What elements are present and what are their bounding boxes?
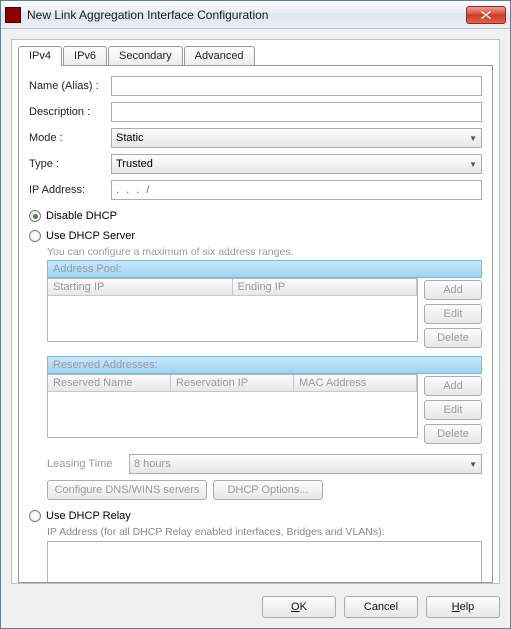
ip-label: IP Address: — [29, 184, 111, 196]
dns-wins-button[interactable]: Configure DNS/WINS servers — [47, 480, 207, 500]
res-delete-button[interactable]: Delete — [424, 424, 482, 444]
app-icon — [5, 7, 21, 23]
pool-col-start: Starting IP — [48, 279, 233, 295]
type-value: Trusted — [116, 158, 153, 170]
mode-combo[interactable]: Static ▼ — [111, 128, 482, 148]
tab-ipv4[interactable]: IPv4 — [18, 46, 62, 66]
dialog-body: IPv4 IPv6 Secondary Advanced Name (Alias… — [1, 29, 510, 588]
help-button[interactable]: Help — [426, 596, 500, 618]
leasing-value: 8 hours — [134, 458, 171, 470]
ip-input[interactable]: . . . / — [111, 180, 482, 200]
tab-advanced[interactable]: Advanced — [184, 46, 255, 66]
name-label: Name (Alias) : — [29, 80, 111, 92]
use-dhcp-relay-label: Use DHCP Relay — [46, 510, 131, 522]
tab-ipv6[interactable]: IPv6 — [63, 46, 107, 66]
content-panel: IPv4 IPv6 Secondary Advanced Name (Alias… — [11, 39, 500, 584]
chevron-down-icon: ▼ — [469, 160, 477, 169]
reserved-header: Reserved Addresses: — [47, 356, 482, 374]
res-edit-button[interactable]: Edit — [424, 400, 482, 420]
disable-dhcp-label: Disable DHCP — [46, 210, 117, 222]
cancel-button[interactable]: Cancel — [344, 596, 418, 618]
res-col-ip: Reservation IP — [171, 375, 294, 391]
chevron-down-icon: ▼ — [469, 460, 477, 469]
dialog-footer: OK Cancel Help — [1, 588, 510, 628]
pool-edit-button[interactable]: Edit — [424, 304, 482, 324]
leasing-label: Leasing Time — [47, 458, 129, 470]
tab-content: Name (Alias) : Description : Mode : Stat… — [18, 65, 493, 583]
dhcp-server-group: You can configure a maximum of six addre… — [47, 246, 482, 500]
name-input[interactable] — [111, 76, 482, 96]
address-pool-header: Address Pool: — [47, 260, 482, 278]
res-add-button[interactable]: Add — [424, 376, 482, 396]
mode-value: Static — [116, 132, 144, 144]
pool-add-button[interactable]: Add — [424, 280, 482, 300]
relay-list[interactable] — [47, 541, 482, 583]
res-col-mac: MAC Address — [294, 375, 417, 391]
titlebar: New Link Aggregation Interface Configura… — [1, 1, 510, 29]
relay-hint: IP Address (for all DHCP Relay enabled i… — [47, 526, 482, 538]
description-input[interactable] — [111, 102, 482, 122]
use-dhcp-server-radio[interactable] — [29, 230, 41, 242]
address-pool-table[interactable]: Starting IP Ending IP — [47, 278, 418, 342]
window-title: New Link Aggregation Interface Configura… — [27, 8, 466, 22]
chevron-down-icon: ▼ — [469, 134, 477, 143]
leasing-combo[interactable]: 8 hours ▼ — [129, 454, 482, 474]
dhcp-server-hint: You can configure a maximum of six addre… — [47, 246, 482, 258]
tab-secondary[interactable]: Secondary — [108, 46, 183, 66]
pool-col-end: Ending IP — [233, 279, 418, 295]
type-combo[interactable]: Trusted ▼ — [111, 154, 482, 174]
use-dhcp-relay-radio[interactable] — [29, 510, 41, 522]
close-button[interactable] — [466, 6, 506, 24]
type-label: Type : — [29, 158, 111, 170]
use-dhcp-server-label: Use DHCP Server — [46, 230, 135, 242]
disable-dhcp-radio[interactable] — [29, 210, 41, 222]
dialog-window: New Link Aggregation Interface Configura… — [0, 0, 511, 629]
ok-button[interactable]: OK — [262, 596, 336, 618]
mode-label: Mode : — [29, 132, 111, 144]
tab-strip: IPv4 IPv6 Secondary Advanced — [18, 46, 493, 66]
description-label: Description : — [29, 106, 111, 118]
dhcp-relay-group: IP Address (for all DHCP Relay enabled i… — [47, 526, 482, 583]
res-col-name: Reserved Name — [48, 375, 171, 391]
dhcp-options-button[interactable]: DHCP Options... — [213, 480, 323, 500]
reserved-table[interactable]: Reserved Name Reservation IP MAC Address — [47, 374, 418, 438]
pool-delete-button[interactable]: Delete — [424, 328, 482, 348]
